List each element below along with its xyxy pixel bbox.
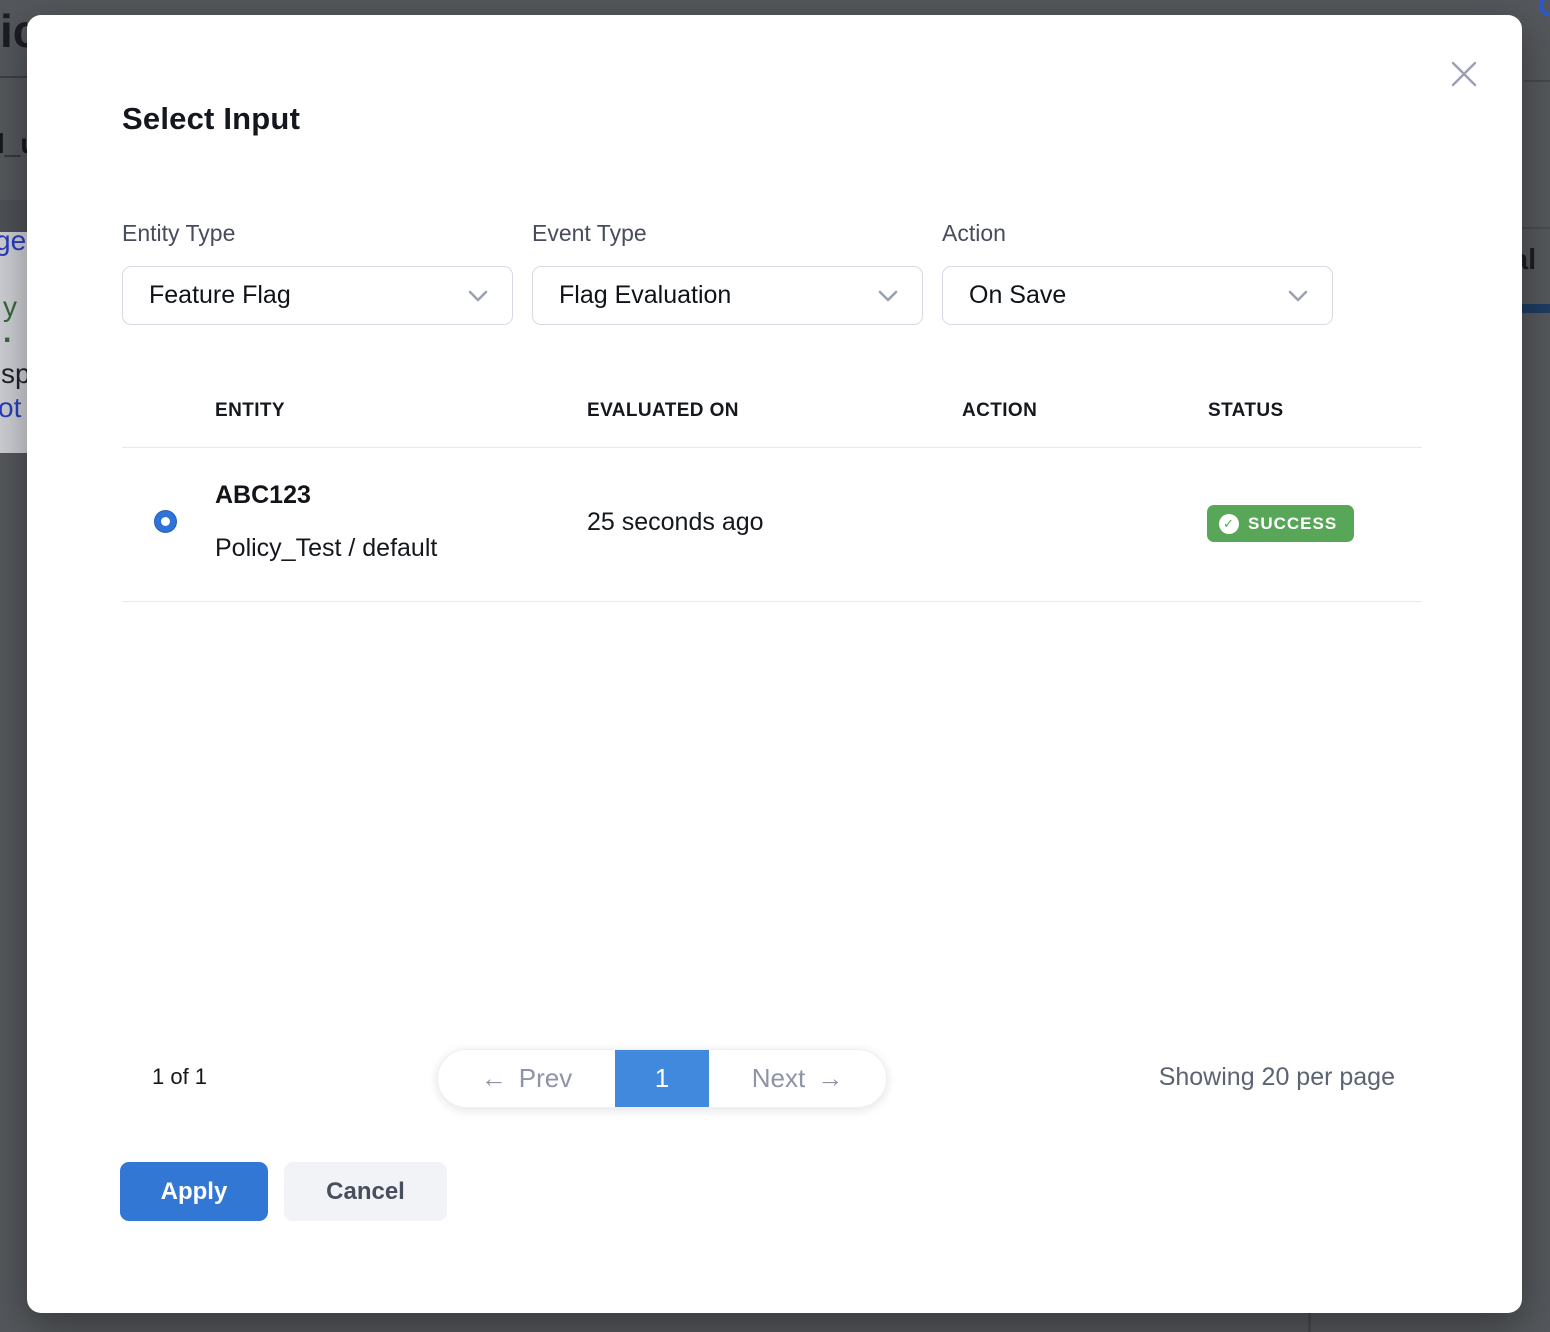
backdrop-divider [1522,227,1550,229]
radio-dot [161,517,170,526]
next-page-button[interactable]: Next → [709,1050,886,1107]
backdrop-left-strip: ic l_u ge y . sp ot [0,0,27,1332]
entity-subtext: Policy_Test / default [215,534,437,563]
table-row[interactable]: ABC123 Policy_Test / default 25 seconds … [122,448,1422,601]
select-input-modal: Select Input Entity Type Feature Flag Ev… [27,15,1522,1313]
column-header-action: ACTION [962,400,1037,422]
pagination-summary: 1 of 1 [152,1064,207,1090]
prev-label: Prev [519,1063,572,1094]
status-badge: ✓ SUCCESS [1207,505,1354,542]
next-label: Next [752,1063,805,1094]
action-filter: Action On Save [942,220,1333,325]
backdrop-divider [0,76,27,78]
apply-button[interactable]: Apply [120,1162,268,1221]
entity-name: ABC123 [215,481,311,510]
status-text: SUCCESS [1248,514,1337,534]
action-select[interactable]: On Save [942,266,1333,325]
prev-page-button[interactable]: ← Prev [438,1050,615,1107]
action-value: On Save [969,281,1066,310]
backdrop-code-fragment: ot [0,392,21,424]
backdrop-heading-fragment: ic [0,4,27,58]
event-type-filter: Event Type Flag Evaluation [532,220,923,325]
backdrop-divider [1524,80,1550,82]
cancel-button[interactable]: Cancel [284,1162,447,1221]
arrow-right-icon: → [817,1063,843,1094]
backdrop-code-fragment: l_u [0,128,27,160]
event-type-label: Event Type [532,220,923,247]
table-divider [122,601,1422,602]
arrow-left-icon: ← [481,1063,507,1094]
close-button[interactable] [1446,56,1482,92]
backdrop-vertical-divider [1308,1313,1311,1332]
evaluated-on: 25 seconds ago [587,508,764,537]
check-circle-icon: ✓ [1219,514,1239,534]
chevron-down-icon [468,290,488,302]
pagination-control: ← Prev 1 Next → [437,1049,887,1108]
column-header-status: STATUS [1208,400,1284,422]
backdrop-text-fragment: C [1538,0,1550,24]
action-label: Action [942,220,1333,247]
entity-type-filter: Entity Type Feature Flag [122,220,513,325]
chevron-down-icon [1288,290,1308,302]
modal-title: Select Input [122,101,300,137]
row-radio-selected[interactable] [154,510,177,533]
event-type-select[interactable]: Flag Evaluation [532,266,923,325]
chevron-down-icon [878,290,898,302]
close-icon [1449,59,1479,89]
backdrop-tab-underline [1522,304,1550,313]
column-header-entity: ENTITY [215,400,285,422]
per-page-info: Showing 20 per page [1159,1063,1395,1092]
backdrop-text-fragment: al [1522,244,1536,277]
event-type-value: Flag Evaluation [559,281,731,310]
backdrop-code-fragment: . [3,316,11,350]
column-header-evaluated-on: EVALUATED ON [587,400,739,422]
page-number-active[interactable]: 1 [615,1050,709,1107]
backdrop-code-fragment: ge [0,225,26,257]
entity-type-select[interactable]: Feature Flag [122,266,513,325]
backdrop-right-strip: C al [1522,0,1550,1332]
entity-type-value: Feature Flag [149,281,291,310]
entity-type-label: Entity Type [122,220,513,247]
backdrop-code-fragment: sp [1,358,27,390]
